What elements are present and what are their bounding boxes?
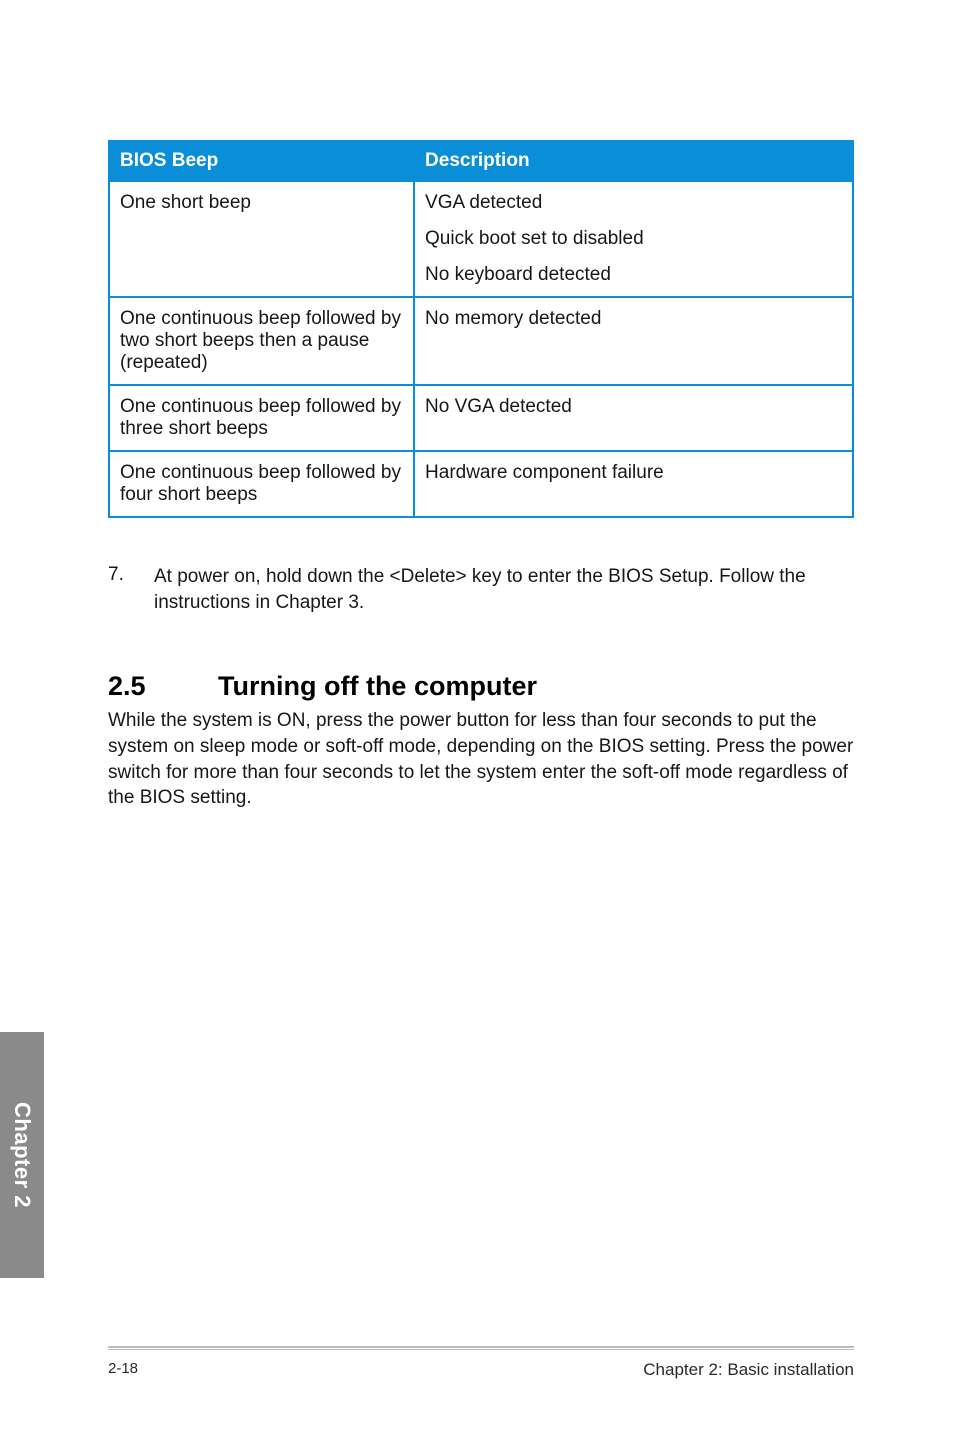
- cell-beep: One continuous beep followed by four sho…: [109, 451, 414, 517]
- table-row: One continuous beep followed by three sh…: [109, 385, 853, 451]
- section-title: Turning off the computer: [218, 671, 537, 702]
- section-heading: 2.5 Turning off the computer: [108, 671, 854, 702]
- table-header-beep: BIOS Beep: [109, 141, 414, 181]
- cell-beep: One short beep: [109, 181, 414, 297]
- cell-desc: No VGA detected: [414, 385, 853, 451]
- table-row: One continuous beep followed by two shor…: [109, 297, 853, 385]
- cell-beep: One continuous beep followed by two shor…: [109, 297, 414, 385]
- table-row: One short beep VGA detected Quick boot s…: [109, 181, 853, 297]
- chapter-side-tab: Chapter 2: [0, 1032, 44, 1278]
- step-number: 7.: [108, 564, 154, 615]
- table-row: One continuous beep followed by four sho…: [109, 451, 853, 517]
- desc-line: No keyboard detected: [425, 264, 842, 286]
- section-body: While the system is ON, press the power …: [108, 708, 854, 811]
- desc-line: VGA detected: [425, 192, 842, 214]
- footer-chapter-label: Chapter 2: Basic installation: [643, 1360, 854, 1380]
- cell-desc: No memory detected: [414, 297, 853, 385]
- chapter-side-tab-label: Chapter 2: [9, 1102, 35, 1208]
- cell-desc: Hardware component failure: [414, 451, 853, 517]
- desc-line: Quick boot set to disabled: [425, 228, 842, 250]
- cell-desc: VGA detected Quick boot set to disabled …: [414, 181, 853, 297]
- step-text: At power on, hold down the <Delete> key …: [154, 564, 854, 615]
- section-number: 2.5: [108, 671, 218, 702]
- table-header-desc: Description: [414, 141, 853, 181]
- cell-beep: One continuous beep followed by three sh…: [109, 385, 414, 451]
- bios-beep-table: BIOS Beep Description One short beep VGA…: [108, 140, 854, 518]
- page-number: 2-18: [108, 1360, 138, 1380]
- footer-rule: [108, 1346, 854, 1350]
- page-footer: 2-18 Chapter 2: Basic installation: [108, 1346, 854, 1380]
- numbered-step: 7. At power on, hold down the <Delete> k…: [108, 564, 854, 615]
